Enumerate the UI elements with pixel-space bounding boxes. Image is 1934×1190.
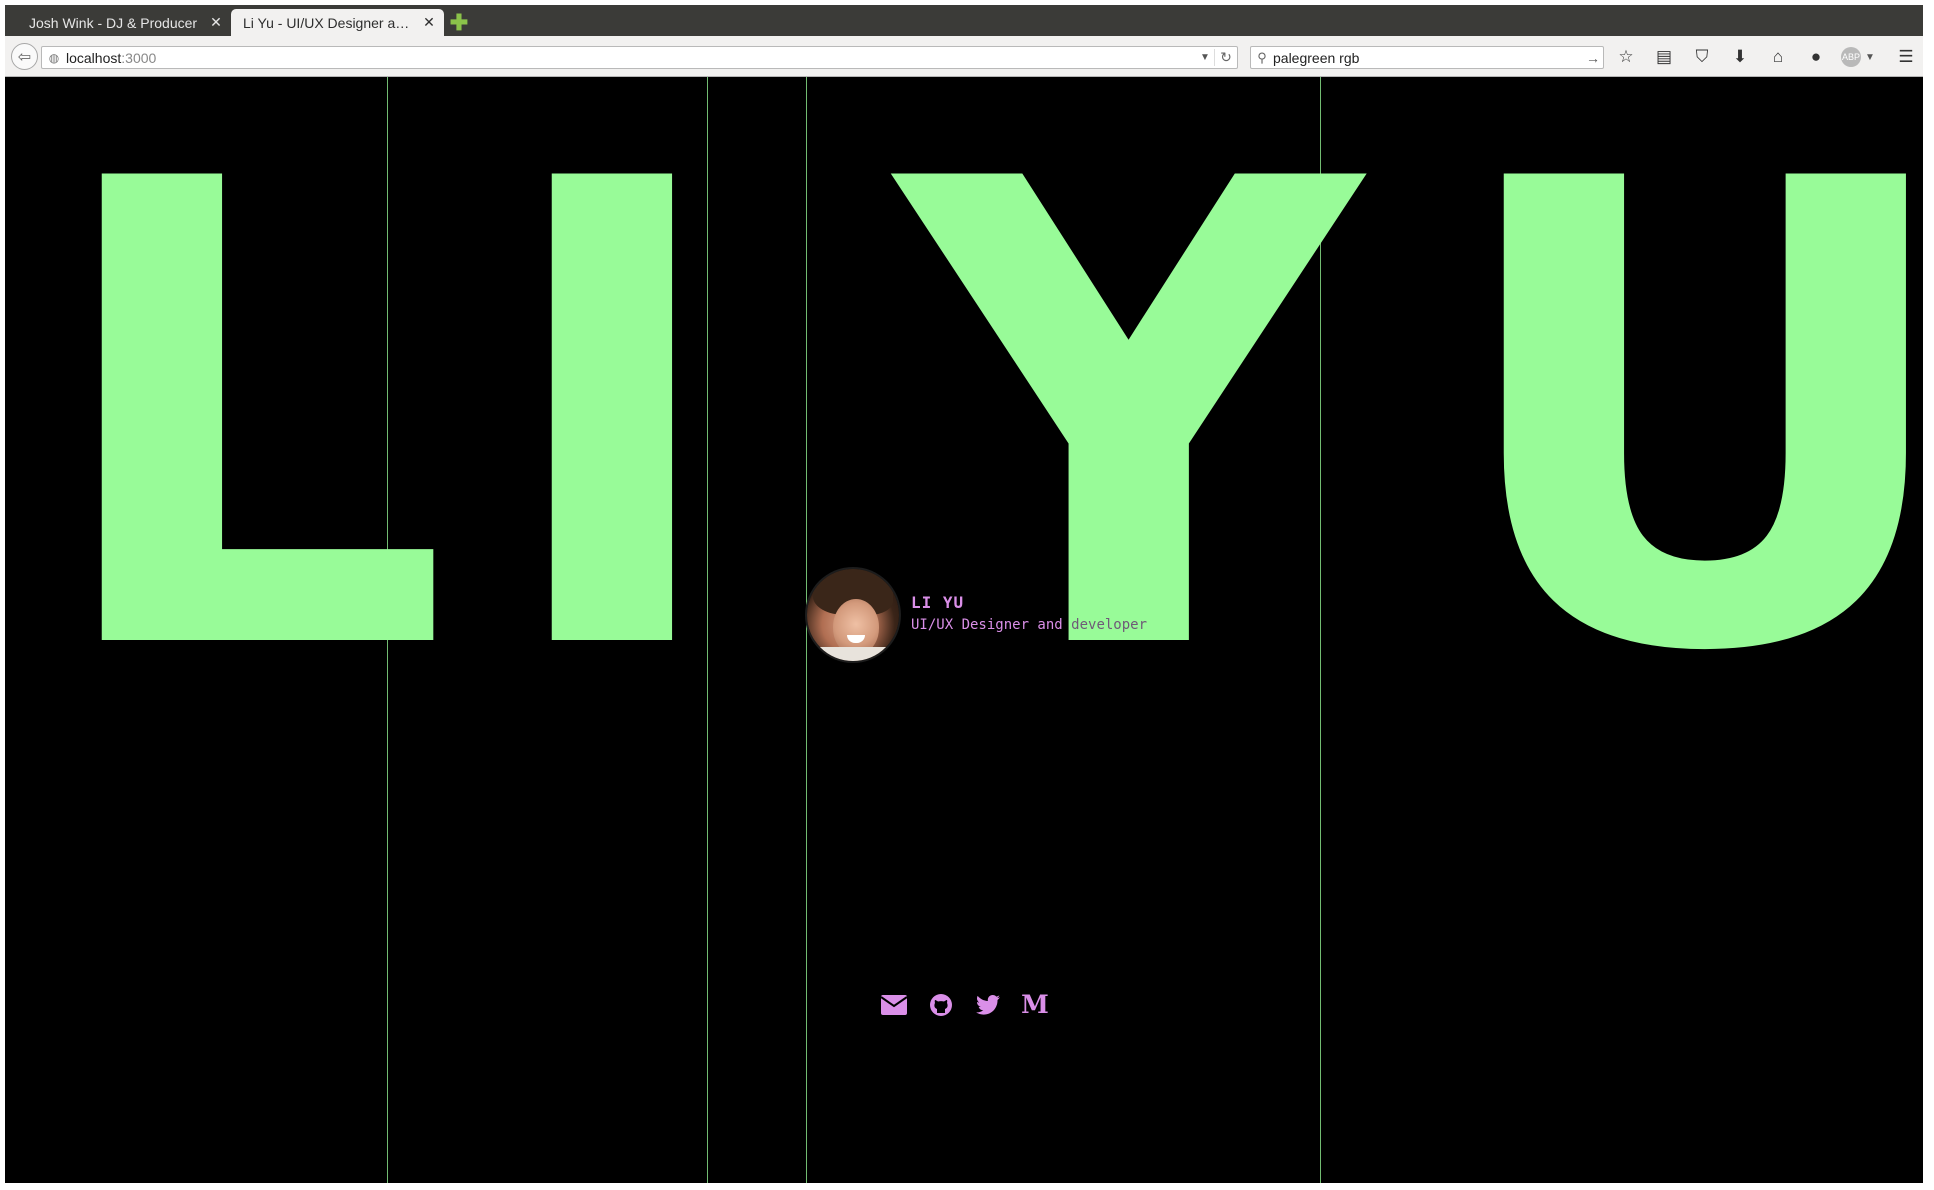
- social-links: M: [880, 991, 1068, 1019]
- reload-icon[interactable]: ↻: [1214, 49, 1237, 66]
- guide-line: [387, 77, 388, 1183]
- bookmark-star-icon[interactable]: ☆: [1613, 44, 1639, 70]
- email-icon[interactable]: [880, 991, 908, 1019]
- adblock-dropdown-icon[interactable]: ▼: [1863, 44, 1877, 70]
- tab-close-icon[interactable]: ✕: [418, 14, 440, 31]
- tab-li-yu[interactable]: Li Yu - UI/UX Designer a… ✕: [231, 9, 444, 36]
- tab-title: Josh Wink - DJ & Producer: [29, 14, 198, 31]
- search-bar[interactable]: ⚲ palegreen rgb →: [1250, 46, 1604, 69]
- profile-text: LI YU UI/UX Designer and developer: [911, 593, 1147, 633]
- new-tab-plus-icon[interactable]: ✚: [448, 12, 470, 34]
- home-icon[interactable]: ⌂: [1765, 44, 1791, 70]
- pocket-icon[interactable]: ⛉: [1689, 44, 1715, 70]
- toolbar-icons: ☆ ▤ ⛉ ⬇ ⌂ ● ABP ▼ ☰: [1613, 44, 1923, 70]
- url-bar[interactable]: ◍ localhost:3000 ▼ ↻: [41, 46, 1238, 69]
- hero-letter-i: I: [493, 77, 732, 791]
- search-input[interactable]: palegreen rgb: [1273, 50, 1583, 66]
- tab-josh-wink[interactable]: Josh Wink - DJ & Producer ✕: [5, 9, 231, 36]
- menu-icon[interactable]: ☰: [1893, 44, 1919, 70]
- history-dropdown-icon[interactable]: ▼: [1196, 52, 1214, 63]
- avatar: [807, 569, 899, 661]
- guide-line: [707, 77, 708, 1183]
- github-icon[interactable]: [927, 991, 955, 1019]
- tab-title: Li Yu - UI/UX Designer a…: [243, 14, 410, 31]
- url-text[interactable]: localhost:3000: [66, 50, 1196, 66]
- medium-icon[interactable]: M: [1021, 991, 1049, 1019]
- tab-close-icon[interactable]: ✕: [205, 14, 227, 31]
- profile-card: LI YU UI/UX Designer and developer: [807, 569, 1147, 661]
- tab-bar: Josh Wink - DJ & Producer ✕ Li Yu - UI/U…: [5, 5, 1923, 36]
- twitter-icon[interactable]: [974, 991, 1002, 1019]
- browser-window: Josh Wink - DJ & Producer ✕ Li Yu - UI/U…: [5, 5, 1923, 1183]
- role-suffix: developer: [1071, 617, 1148, 633]
- hero-letter-l: L: [43, 77, 451, 791]
- guide-line: [1320, 77, 1321, 1183]
- url-host: localhost: [66, 49, 122, 66]
- search-go-arrow-icon[interactable]: →: [1583, 50, 1603, 66]
- navigation-toolbar: ⇦ ◍ localhost:3000 ▼ ↻ ⚲ palegreen rgb →…: [5, 36, 1923, 77]
- profile-role: UI/UX Designer and developer: [911, 617, 1147, 633]
- page-content: L I Y U LI YU UI/UX Designer and develop…: [5, 77, 1923, 1183]
- role-prefix: UI/UX Designer and: [911, 617, 1072, 633]
- chat-icon[interactable]: ●: [1803, 44, 1829, 70]
- globe-icon: ◍: [48, 50, 60, 65]
- search-icon: ⚲: [1257, 49, 1267, 65]
- profile-name: LI YU: [911, 593, 965, 612]
- hero-letter-u: U: [1445, 77, 1923, 791]
- reading-list-icon[interactable]: ▤: [1651, 44, 1677, 70]
- url-port: :3000: [121, 49, 157, 66]
- download-icon[interactable]: ⬇: [1727, 44, 1753, 70]
- adblock-icon[interactable]: ABP: [1841, 47, 1861, 67]
- back-arrow-icon[interactable]: ⇦: [11, 43, 38, 70]
